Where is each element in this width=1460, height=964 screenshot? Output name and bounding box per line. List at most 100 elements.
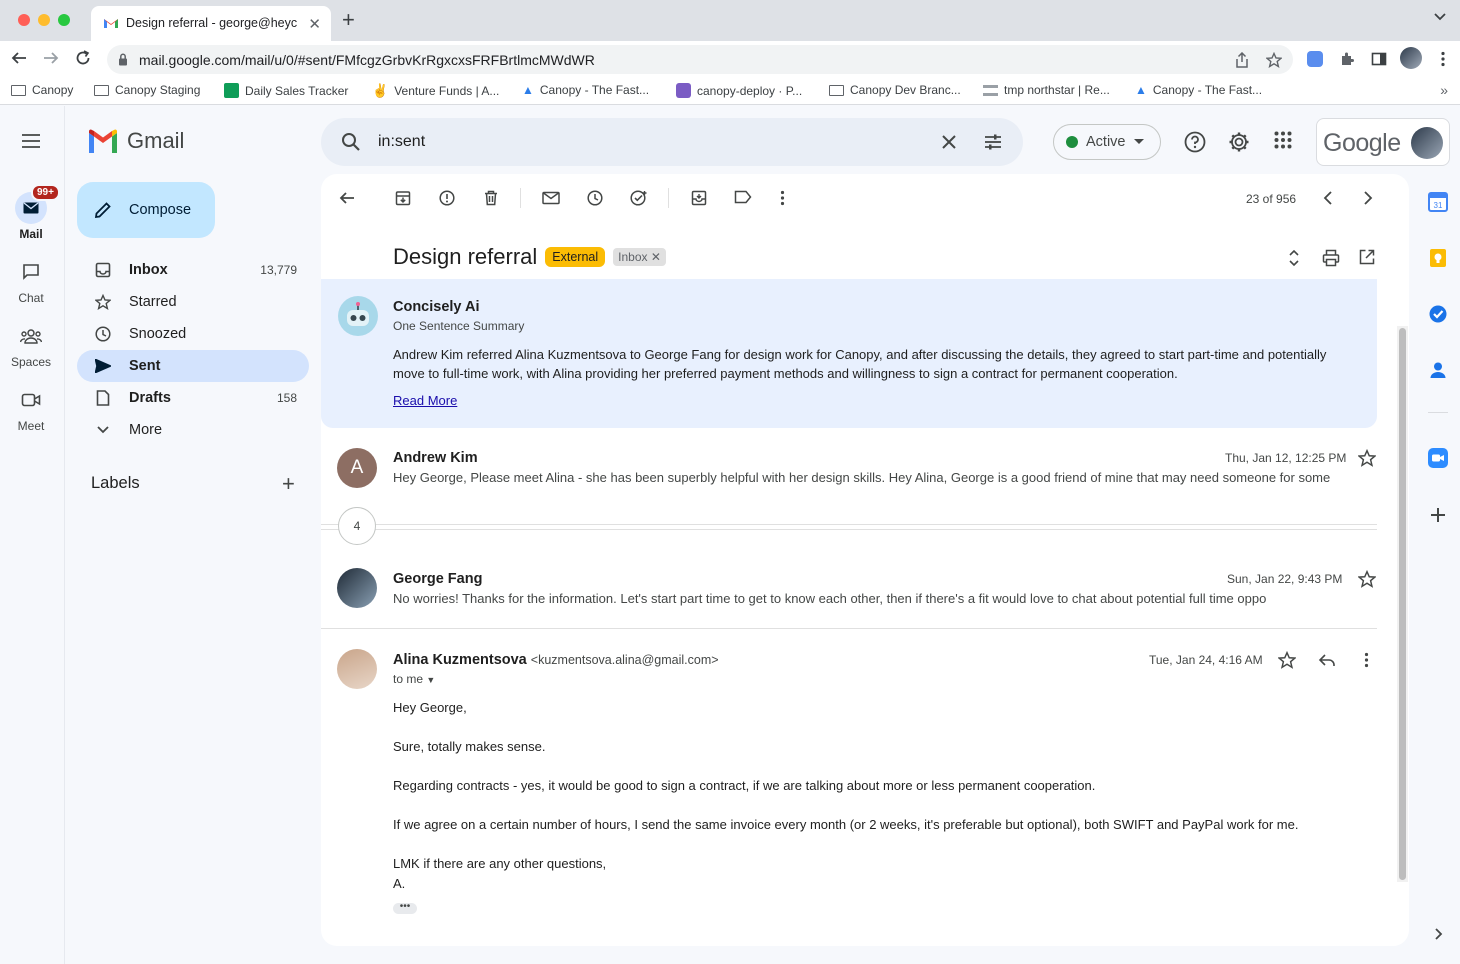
delete-trash-icon[interactable] [483,190,499,206]
lock-icon [119,53,127,66]
help-icon[interactable] [1184,131,1206,153]
inbox-label-chip[interactable]: Inbox ✕ [613,248,666,266]
nav-item-sent[interactable]: Sent [77,350,309,382]
search-options-icon[interactable] [983,132,1003,152]
search-icon[interactable] [341,132,361,152]
nav-item-drafts[interactable]: Drafts 158 [77,382,309,414]
canopy-icon: ▲ [522,83,534,97]
newer-chevron-left-icon[interactable] [1323,190,1333,206]
summary-body: Andrew Kim referred Alina Kuzmentsova to… [393,347,1327,381]
remove-label-icon[interactable]: ✕ [651,250,661,264]
report-spam-icon[interactable] [439,190,455,206]
clear-search-icon[interactable] [939,132,959,152]
move-to-icon[interactable] [691,190,707,206]
bookmark-item[interactable]: canopy-deploy · P... [676,83,802,98]
new-tab-icon[interactable]: + [342,9,355,31]
nav-item-snoozed[interactable]: Snoozed [77,318,309,350]
bookmark-item[interactable]: ✌ Venture Funds | A... [372,83,499,99]
reply-icon[interactable] [1318,652,1336,668]
collapsed-messages-count[interactable]: 4 [338,507,376,545]
collapsed-divider [321,524,1377,525]
star-message-icon[interactable] [1358,570,1376,588]
tab-search-chevron-icon[interactable] [1434,13,1446,21]
compose-button[interactable]: Compose [77,182,215,238]
archive-icon[interactable] [395,190,411,206]
snooze-clock-icon[interactable] [587,190,603,206]
apps-grid-icon[interactable] [1274,131,1292,149]
add-label-icon[interactable]: + [282,473,295,495]
bookmark-item[interactable]: tmp northstar | Re... [983,83,1110,97]
nav-item-label: Inbox [129,262,168,278]
bookmark-item[interactable]: ▲ Canopy - The Fast... [1135,83,1262,97]
gmail-logo[interactable]: Gmail [87,128,184,154]
bookmark-item[interactable]: ▲ Canopy - The Fast... [522,83,649,97]
rail-mail[interactable]: 99+ Mail [0,184,62,241]
more-actions-icon[interactable] [780,190,785,206]
close-window-button[interactable] [18,14,30,26]
nav-item-inbox[interactable]: Inbox 13,779 [77,254,309,286]
contacts-icon[interactable] [1428,360,1448,380]
recipient-dropdown[interactable]: to me ▼ [393,672,435,686]
print-icon[interactable] [1322,249,1340,267]
rail-mail-label: Mail [19,227,43,241]
status-dropdown[interactable]: Active [1053,124,1161,160]
expand-all-icon[interactable] [1288,249,1300,267]
add-task-icon[interactable] [630,190,648,206]
message-date: Thu, Jan 12, 12:25 PM [1225,451,1347,465]
star-message-icon[interactable] [1278,651,1296,669]
message-collapsed[interactable]: A Andrew Kim Thu, Jan 12, 12:25 PM Hey G… [321,428,1377,498]
rail-meet[interactable]: Meet [0,384,62,433]
forward-arrow-icon[interactable] [43,50,59,66]
message-more-icon[interactable] [1364,652,1369,668]
keep-notes-icon[interactable] [1428,248,1448,268]
scrollbar-thumb[interactable] [1399,328,1406,880]
reload-icon[interactable] [75,50,91,66]
rail-chat[interactable]: Chat [0,256,62,305]
browser-tab[interactable]: Design referral - george@heyc ✕ [91,6,331,41]
read-more-link[interactable]: Read More [393,393,457,408]
maximize-window-button[interactable] [58,14,70,26]
main-menu-icon[interactable] [21,134,41,148]
nav-item-starred[interactable]: Starred [77,286,309,318]
message-body-line: Regarding contracts - yes, it would be g… [393,778,1096,793]
side-panel-icon[interactable] [1371,51,1387,67]
get-addons-plus-icon[interactable] [1428,505,1448,525]
search-input[interactable]: in:sent [378,133,425,151]
minimize-window-button[interactable] [38,14,50,26]
bookmark-item[interactable]: Canopy Staging [94,83,200,97]
nav-item-more[interactable]: More [77,414,309,446]
extension-icon[interactable] [1307,51,1323,67]
mark-unread-icon[interactable] [542,190,560,206]
search-bar[interactable]: in:sent [321,118,1023,166]
rail-spaces[interactable]: Spaces [0,320,62,369]
older-chevron-right-icon[interactable] [1363,190,1373,206]
back-arrow-icon[interactable] [11,50,27,66]
profile-avatar[interactable] [1400,47,1422,69]
label-tag-icon[interactable] [734,190,752,204]
puzzle-extensions-icon[interactable] [1339,51,1355,67]
sender-email: <kuzmentsova.alina@gmail.com> [530,653,719,667]
zoom-addon-icon[interactable] [1428,448,1448,468]
back-to-list-icon[interactable] [339,190,355,206]
svg-text:31: 31 [1434,201,1443,210]
browser-menu-icon[interactable] [1440,51,1446,67]
side-panel-divider [1428,412,1448,413]
message-collapsed[interactable]: George Fang Sun, Jan 22, 9:43 PM No worr… [321,549,1377,629]
bookmark-star-icon[interactable] [1266,52,1282,68]
address-bar[interactable]: mail.google.com/mail/u/0/#sent/FMfcgzGrb… [107,45,1293,74]
star-message-icon[interactable] [1358,449,1376,467]
bookmarks-overflow-button[interactable]: » [1440,82,1448,98]
bookmark-item[interactable]: Daily Sales Tracker [224,83,348,98]
share-icon[interactable] [1235,52,1249,68]
bookmark-item[interactable]: Canopy Dev Branc... [829,83,961,97]
caret-down-icon [1133,139,1144,144]
calendar-icon[interactable]: 31 [1428,192,1448,212]
bookmark-item[interactable]: Canopy [11,83,73,97]
tasks-icon[interactable] [1428,304,1448,324]
open-new-window-icon[interactable] [1359,249,1375,265]
summary-subtitle: One Sentence Summary [393,319,525,333]
tab-close-icon[interactable]: ✕ [308,15,321,33]
show-side-panel-chevron-icon[interactable] [1428,924,1448,944]
show-trimmed-content-button[interactable]: ••• [393,902,417,914]
settings-gear-icon[interactable] [1228,131,1250,153]
